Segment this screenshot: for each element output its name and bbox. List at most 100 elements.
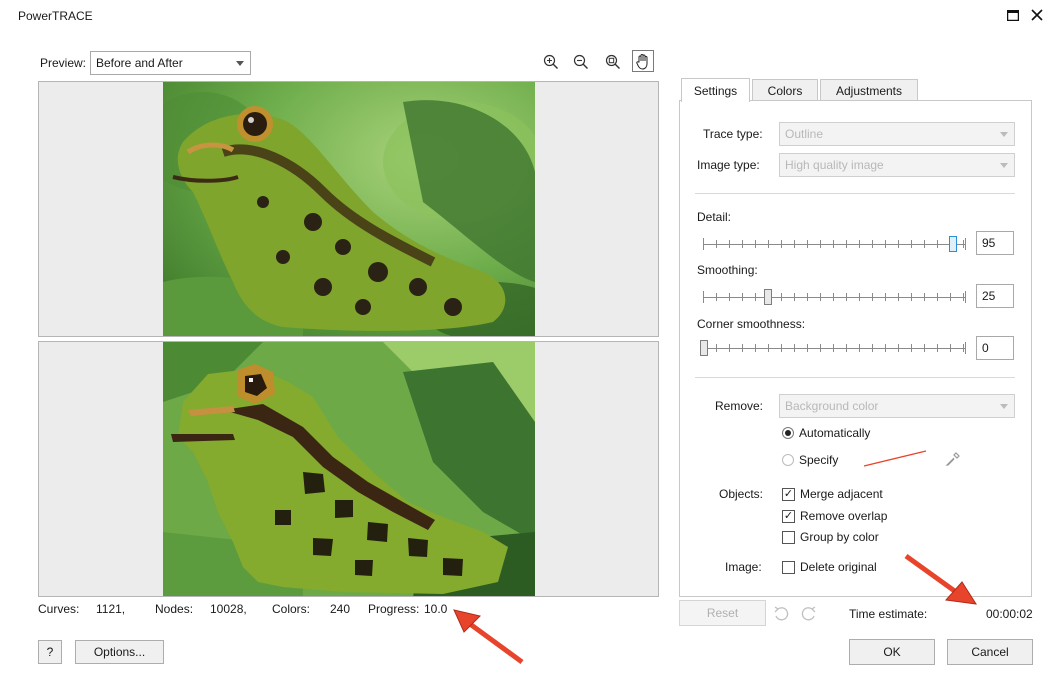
before-preview-pane[interactable] bbox=[38, 81, 659, 337]
options-label: Options... bbox=[93, 645, 146, 659]
cancel-label: Cancel bbox=[971, 645, 1009, 659]
preview-label: Preview: bbox=[40, 56, 87, 70]
objects-label: Objects: bbox=[719, 487, 764, 501]
pan-button[interactable] bbox=[632, 50, 654, 72]
remove-value: Background color bbox=[785, 399, 879, 413]
undo-icon bbox=[774, 606, 789, 621]
corner-smoothness-label: Corner smoothness: bbox=[697, 317, 806, 331]
tab-settings[interactable]: Settings bbox=[681, 78, 750, 102]
zoom-out-icon bbox=[573, 54, 588, 69]
smoothing-input[interactable]: 25 bbox=[976, 284, 1014, 308]
curves-value: 1121, bbox=[96, 602, 126, 616]
delete-original-checkbox[interactable]: Delete original bbox=[782, 560, 877, 574]
maximize-button[interactable] bbox=[1002, 4, 1024, 26]
automatically-label: Automatically bbox=[799, 426, 871, 440]
detail-input[interactable]: 95 bbox=[976, 231, 1014, 255]
zoom-fit-icon bbox=[605, 54, 620, 69]
tab-adjustments[interactable]: Adjustments bbox=[820, 79, 918, 102]
corner-smoothness-input[interactable]: 0 bbox=[976, 336, 1014, 360]
smoothing-value: 25 bbox=[982, 289, 996, 303]
image-type-dropdown[interactable]: High quality image bbox=[779, 153, 1015, 177]
undo-button[interactable] bbox=[772, 604, 792, 624]
tab-colors-label: Colors bbox=[767, 84, 803, 98]
corner-smoothness-slider[interactable] bbox=[700, 340, 966, 356]
merge-adjacent-checkbox[interactable]: ✓ Merge adjacent bbox=[782, 487, 883, 501]
remove-dropdown[interactable]: Background color bbox=[779, 394, 1015, 418]
merge-adjacent-label: Merge adjacent bbox=[800, 487, 883, 501]
trace-type-value: Outline bbox=[785, 127, 824, 141]
frog-original-image bbox=[163, 82, 535, 336]
remove-label: Remove: bbox=[715, 399, 764, 413]
smoothing-slider[interactable] bbox=[703, 289, 966, 305]
detail-slider-thumb[interactable] bbox=[949, 236, 957, 252]
chevron-down-icon bbox=[236, 61, 244, 66]
zoom-in-button[interactable] bbox=[540, 51, 562, 73]
detail-slider[interactable] bbox=[703, 236, 966, 252]
zoom-out-button[interactable] bbox=[570, 51, 592, 73]
maximize-icon bbox=[1007, 9, 1019, 21]
tab-adjustments-label: Adjustments bbox=[835, 84, 903, 98]
annotation-underline bbox=[863, 450, 927, 467]
close-button[interactable] bbox=[1026, 4, 1048, 26]
group-by-color-label: Group by color bbox=[800, 530, 879, 544]
preview-mode-value: Before and After bbox=[96, 56, 183, 70]
title-bar: PowerTRACE bbox=[0, 0, 1051, 32]
eyedropper-icon bbox=[945, 452, 960, 466]
redo-button[interactable] bbox=[800, 604, 820, 624]
redo-icon bbox=[801, 606, 816, 621]
annotation-arrow-progress bbox=[453, 609, 524, 665]
nodes-label: Nodes: bbox=[155, 602, 194, 616]
image-type-label: Image type: bbox=[697, 158, 760, 172]
specify-radio[interactable]: Specify bbox=[782, 453, 838, 467]
nodes-value: 10028, bbox=[210, 602, 247, 616]
eyedropper-button[interactable] bbox=[944, 450, 964, 470]
help-label: ? bbox=[46, 645, 54, 659]
zoom-in-icon bbox=[543, 54, 558, 69]
trace-type-dropdown[interactable]: Outline bbox=[779, 122, 1015, 146]
corner-smoothness-value: 0 bbox=[982, 341, 989, 355]
remove-overlap-checkbox[interactable]: ✓ Remove overlap bbox=[782, 509, 887, 523]
chevron-down-icon bbox=[1000, 404, 1008, 409]
pan-hand-icon bbox=[636, 53, 648, 70]
radio-unchecked-icon bbox=[782, 454, 794, 466]
close-icon bbox=[1031, 9, 1043, 21]
time-estimate-value: 00:00:02 bbox=[986, 607, 1033, 621]
tab-colors[interactable]: Colors bbox=[752, 79, 818, 102]
group-by-color-checkbox[interactable]: Group by color bbox=[782, 530, 879, 544]
delete-original-label: Delete original bbox=[800, 560, 877, 574]
progress-label: Progress: bbox=[368, 602, 420, 616]
image-type-value: High quality image bbox=[785, 158, 884, 172]
ok-label: OK bbox=[883, 645, 901, 659]
curves-label: Curves: bbox=[38, 602, 80, 616]
automatically-radio[interactable]: Automatically bbox=[782, 426, 870, 440]
checkmark-icon: ✓ bbox=[782, 509, 795, 523]
detail-value: 95 bbox=[982, 236, 996, 250]
radio-checked-icon bbox=[782, 427, 794, 439]
colors-label: Colors: bbox=[272, 602, 311, 616]
ok-button[interactable]: OK bbox=[849, 639, 935, 665]
checkmark-icon: ✓ bbox=[782, 487, 795, 501]
help-button[interactable]: ? bbox=[38, 640, 62, 664]
progress-value: 10.0 bbox=[424, 602, 448, 616]
divider bbox=[695, 377, 1015, 378]
cancel-button[interactable]: Cancel bbox=[947, 639, 1033, 665]
preview-mode-dropdown[interactable]: Before and After bbox=[90, 51, 251, 75]
checkbox-empty-icon bbox=[782, 560, 795, 574]
tab-settings-label: Settings bbox=[693, 83, 738, 98]
trace-type-label: Trace type: bbox=[703, 127, 763, 141]
corner-slider-thumb[interactable] bbox=[700, 340, 708, 356]
annotation-arrow-time bbox=[904, 553, 977, 605]
after-preview-pane[interactable] bbox=[38, 341, 659, 597]
image-label: Image: bbox=[725, 560, 762, 574]
checkbox-empty-icon bbox=[782, 530, 795, 544]
frog-traced-image bbox=[163, 342, 535, 596]
zoom-fit-button[interactable] bbox=[602, 51, 624, 73]
time-estimate-label: Time estimate: bbox=[849, 607, 928, 621]
smoothing-slider-thumb[interactable] bbox=[764, 289, 772, 305]
reset-button[interactable]: Reset bbox=[679, 600, 766, 626]
divider bbox=[695, 193, 1015, 194]
options-button[interactable]: Options... bbox=[75, 640, 164, 664]
detail-label: Detail: bbox=[697, 210, 732, 224]
remove-overlap-label: Remove overlap bbox=[800, 509, 888, 523]
colors-value: 240 bbox=[330, 602, 351, 616]
